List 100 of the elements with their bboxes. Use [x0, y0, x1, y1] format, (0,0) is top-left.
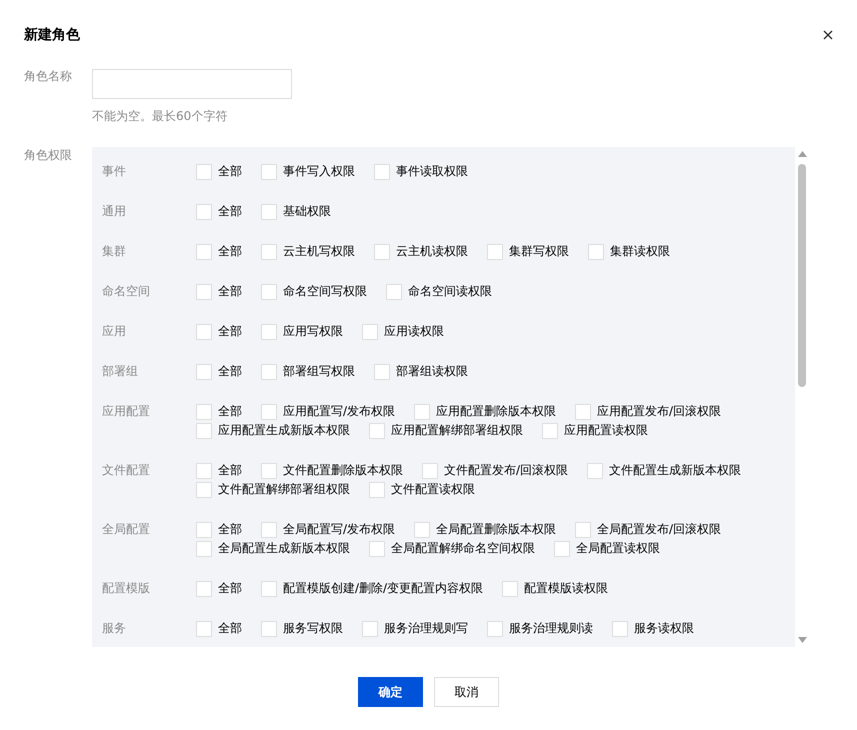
- checkbox[interactable]: [261, 284, 277, 300]
- checkbox-label[interactable]: 应用读权限: [384, 322, 444, 341]
- checkbox-label[interactable]: 应用配置发布/回滚权限: [597, 402, 722, 421]
- checkbox[interactable]: [414, 522, 430, 538]
- scrollbar-thumb[interactable]: [798, 164, 806, 387]
- checkbox[interactable]: [196, 522, 212, 538]
- checkbox[interactable]: [261, 244, 277, 260]
- checkbox-label[interactable]: 文件配置删除版本权限: [283, 461, 403, 480]
- checkbox-label[interactable]: 应用配置写/发布权限: [283, 402, 396, 421]
- checkbox-label[interactable]: 服务读权限: [634, 619, 694, 638]
- checkbox[interactable]: [196, 482, 212, 498]
- checkbox[interactable]: [196, 540, 212, 556]
- checkbox[interactable]: [554, 540, 570, 556]
- checkbox-label[interactable]: 应用配置生成新版本权限: [218, 421, 350, 440]
- scroll-up-icon[interactable]: [798, 151, 807, 157]
- checkbox-label[interactable]: 配置模版读权限: [524, 579, 608, 598]
- checkbox[interactable]: [487, 244, 503, 260]
- close-icon[interactable]: [823, 30, 833, 40]
- input-field[interactable]: [92, 69, 292, 99]
- checkbox[interactable]: [374, 364, 390, 380]
- checkbox-label[interactable]: 文件配置读权限: [391, 480, 475, 499]
- checkbox-label[interactable]: 全局配置写/发布权限: [283, 520, 396, 539]
- checkbox-label[interactable]: 配置模版创建/删除/变更配置内容权限: [283, 579, 484, 598]
- checkbox[interactable]: [487, 620, 503, 636]
- checkbox-label[interactable]: 全部: [218, 402, 242, 421]
- checkbox-label[interactable]: 全局配置解绑命名空间权限: [391, 539, 535, 558]
- checkbox-label[interactable]: 全部: [218, 520, 242, 539]
- checkbox-label[interactable]: 文件配置生成新版本权限: [609, 461, 742, 480]
- cancel-button[interactable]: 取消: [434, 677, 499, 707]
- checkbox[interactable]: [374, 164, 390, 180]
- checkbox[interactable]: [196, 422, 212, 438]
- checkbox-label[interactable]: 命名空间读权限: [408, 282, 492, 301]
- checkbox[interactable]: [502, 580, 518, 596]
- checkbox-label[interactable]: 应用配置读权限: [564, 421, 648, 440]
- checkbox[interactable]: [261, 580, 277, 596]
- checkbox-label[interactable]: 应用配置解绑部署组权限: [391, 421, 523, 440]
- checkbox[interactable]: [261, 404, 277, 420]
- checkbox[interactable]: [414, 404, 430, 420]
- checkbox-label[interactable]: 全局配置读权限: [576, 539, 660, 558]
- checkbox-label[interactable]: 全部: [218, 362, 242, 381]
- checkbox-label[interactable]: 命名空间写权限: [283, 282, 367, 301]
- checkbox-label[interactable]: 全局配置删除版本权限: [436, 520, 556, 539]
- checkbox[interactable]: [196, 244, 212, 260]
- checkbox-label[interactable]: 服务治理规则读: [509, 619, 593, 638]
- checkbox-label[interactable]: 应用配置删除版本权限: [436, 402, 556, 421]
- checkbox[interactable]: [196, 580, 212, 596]
- checkbox[interactable]: [261, 324, 277, 340]
- checkbox[interactable]: [362, 324, 378, 340]
- checkbox-label[interactable]: 部署组读权限: [396, 362, 468, 381]
- checkbox[interactable]: [588, 244, 604, 260]
- checkbox-label[interactable]: 基础权限: [283, 202, 331, 221]
- checkbox[interactable]: [261, 522, 277, 538]
- checkbox[interactable]: [369, 540, 385, 556]
- checkbox-label[interactable]: 云主机写权限: [283, 242, 355, 261]
- scroll-down-icon[interactable]: [798, 637, 807, 643]
- checkbox[interactable]: [196, 204, 212, 220]
- checkbox[interactable]: [261, 164, 277, 180]
- checkbox[interactable]: [575, 522, 592, 538]
- checkbox[interactable]: [612, 620, 628, 636]
- checkbox-label[interactable]: 文件配置发布/回滚权限: [444, 461, 568, 480]
- checkbox[interactable]: [196, 324, 212, 340]
- checkbox-label[interactable]: 全局配置生成新版本权限: [218, 539, 350, 558]
- checkbox-label[interactable]: 服务写权限: [283, 619, 343, 638]
- checkbox-label[interactable]: 全部: [218, 202, 242, 221]
- checkbox-label[interactable]: 集群写权限: [509, 242, 569, 261]
- checkbox[interactable]: [196, 620, 212, 636]
- checkbox[interactable]: [575, 404, 592, 420]
- checkbox-label[interactable]: 全部: [218, 322, 242, 341]
- checkbox-label[interactable]: 全部: [218, 242, 242, 261]
- checkbox-label[interactable]: 应用写权限: [283, 322, 343, 341]
- checkbox[interactable]: [261, 620, 277, 636]
- checkbox[interactable]: [261, 204, 277, 220]
- checkbox-label[interactable]: 全部: [218, 619, 242, 638]
- checkbox-label[interactable]: 部署组写权限: [283, 362, 355, 381]
- checkbox[interactable]: [196, 164, 212, 180]
- checkbox[interactable]: [196, 364, 212, 380]
- checkbox[interactable]: [422, 462, 438, 478]
- checkbox[interactable]: [369, 422, 385, 438]
- checkbox[interactable]: [196, 404, 212, 420]
- confirm-button[interactable]: 确定: [358, 677, 423, 707]
- checkbox-label[interactable]: 全局配置发布/回滚权限: [597, 520, 722, 539]
- checkbox[interactable]: [362, 620, 378, 636]
- checkbox[interactable]: [196, 462, 212, 478]
- checkbox[interactable]: [261, 364, 277, 380]
- checkbox-label[interactable]: 全部: [218, 579, 242, 598]
- checkbox[interactable]: [369, 482, 385, 498]
- checkbox[interactable]: [542, 422, 558, 438]
- checkbox[interactable]: [261, 462, 277, 478]
- checkbox-label[interactable]: 全部: [218, 162, 242, 181]
- checkbox[interactable]: [587, 462, 604, 478]
- checkbox-label[interactable]: 全部: [218, 282, 242, 301]
- checkbox[interactable]: [196, 284, 212, 300]
- checkbox-label[interactable]: 事件写入权限: [283, 162, 355, 181]
- checkbox-label[interactable]: 集群读权限: [610, 242, 670, 261]
- checkbox-label[interactable]: 事件读取权限: [396, 162, 468, 181]
- checkbox[interactable]: [374, 244, 390, 260]
- checkbox-label[interactable]: 云主机读权限: [396, 242, 468, 261]
- checkbox-label[interactable]: 服务治理规则写: [384, 619, 468, 638]
- checkbox-label[interactable]: 全部: [218, 461, 242, 480]
- checkbox-label[interactable]: 文件配置解绑部署组权限: [218, 480, 350, 499]
